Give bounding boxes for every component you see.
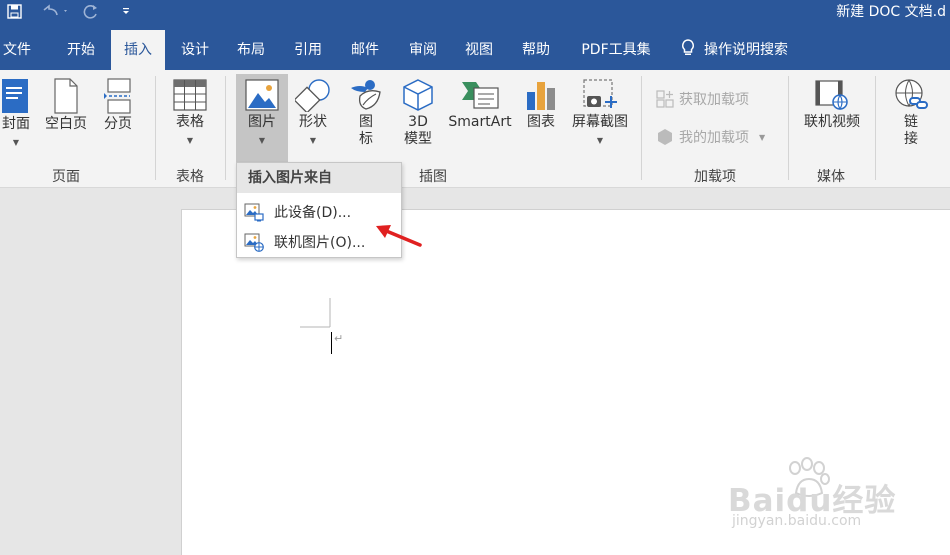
- online-video-button[interactable]: 联机视频: [798, 74, 866, 162]
- table-label: 表格: [176, 114, 204, 130]
- page-break-button[interactable]: 分页: [98, 74, 138, 162]
- chart-button[interactable]: 图表: [520, 74, 562, 162]
- 3d-models-label-line2: 模型: [404, 131, 432, 147]
- online-picture-icon: [244, 233, 264, 252]
- tab-help[interactable]: 帮助: [513, 30, 559, 70]
- group-label-media: 媒体: [817, 169, 845, 185]
- tab-mailings[interactable]: 邮件: [342, 30, 388, 70]
- cube-icon: [403, 79, 433, 111]
- group-label-illustrations: 插图: [419, 169, 447, 185]
- pictures-label: 图片: [248, 114, 276, 130]
- cover-page-label: 封面: [2, 116, 30, 132]
- menu-header: 插入图片来自: [237, 163, 401, 193]
- tab-layout[interactable]: 布局: [228, 30, 274, 70]
- chevron-down-icon: ▼: [309, 136, 317, 145]
- ribbon-insert: 封面 ▼ 空白页 分页 页面 表格 ▼ 表格 图片 ▼ 形状 ▼ 图 标 3D …: [0, 70, 950, 188]
- screenshot-button[interactable]: 屏幕截图 ▼: [566, 74, 634, 162]
- paragraph-mark-icon: ↵: [334, 332, 344, 345]
- chevron-down-icon: ▼: [12, 138, 20, 147]
- lightbulb-icon: [682, 39, 694, 55]
- table-button[interactable]: 表格 ▼: [166, 74, 214, 162]
- addin-cube-icon: [658, 129, 672, 145]
- 3d-models-label-line1: 3D: [408, 114, 428, 130]
- tell-me-label: 操作说明搜索: [704, 42, 788, 58]
- store-grid-icon: [656, 90, 674, 108]
- tab-references[interactable]: 引用: [285, 30, 331, 70]
- device-picture-icon: [244, 203, 264, 222]
- chevron-down-icon: ▼: [759, 132, 766, 142]
- blank-page-icon: [54, 78, 78, 114]
- tab-view[interactable]: 视图: [456, 30, 502, 70]
- group-label-tables: 表格: [176, 169, 204, 185]
- shapes-label: 形状: [299, 114, 327, 130]
- undo-icon[interactable]: [38, 0, 72, 22]
- online-video-label: 联机视频: [804, 114, 860, 130]
- link-label-line2: 接: [904, 131, 918, 147]
- customize-quick-access-icon[interactable]: [118, 0, 134, 22]
- pictures-button[interactable]: 图片 ▼: [236, 74, 288, 166]
- group-separator: [875, 76, 876, 180]
- link-globe-icon: [895, 79, 928, 109]
- get-addins-label: 获取加载项: [679, 92, 749, 108]
- icons-icon: [351, 80, 381, 110]
- smartart-icon: [462, 82, 499, 109]
- cover-page-icon: [2, 79, 28, 113]
- chevron-down-icon: ▼: [596, 136, 604, 145]
- page-break-icon: [104, 78, 131, 114]
- link-label-line1: 链: [904, 114, 918, 130]
- group-separator: [788, 76, 789, 180]
- watermark-url: jingyan.baidu.com: [732, 513, 862, 529]
- icons-button[interactable]: 图 标: [344, 74, 388, 162]
- group-label-addins: 加载项: [694, 169, 736, 185]
- chevron-down-icon: ▼: [258, 136, 266, 145]
- 3d-models-button[interactable]: 3D 模型: [396, 74, 440, 162]
- picture-icon: [245, 79, 279, 111]
- tab-file[interactable]: 文件: [0, 30, 34, 70]
- document-title: 新建 DOC 文档.d: [836, 4, 946, 20]
- redo-icon[interactable]: [80, 0, 102, 22]
- chart-label: 图表: [527, 114, 555, 130]
- my-addins-label: 我的加载项: [679, 130, 749, 146]
- get-addins-button[interactable]: 获取加载项: [656, 88, 749, 110]
- cover-page-button[interactable]: 封面 ▼: [0, 74, 32, 162]
- tell-me-search[interactable]: 操作说明搜索: [680, 30, 815, 70]
- screenshot-label: 屏幕截图: [572, 114, 628, 130]
- chevron-down-icon: ▼: [186, 136, 194, 145]
- icons-label-line2: 标: [359, 131, 373, 147]
- group-separator: [641, 76, 642, 180]
- shapes-icon: [295, 79, 330, 112]
- group-separator: [225, 76, 226, 180]
- red-annotation-arrow-icon: [376, 225, 422, 247]
- bar-chart-icon: [527, 82, 555, 110]
- tab-review[interactable]: 审阅: [400, 30, 446, 70]
- group-label-pages: 页面: [52, 169, 80, 185]
- ribbon-tabs: 文件 开始 插入 设计 布局 引用 邮件 审阅 视图 帮助 PDF工具集 操作说…: [0, 30, 950, 70]
- smartart-label: SmartArt: [448, 114, 512, 130]
- title-bar: 新建 DOC 文档.d: [0, 0, 950, 30]
- icons-label-line1: 图: [359, 114, 373, 130]
- online-video-icon: [815, 80, 848, 111]
- shapes-button[interactable]: 形状 ▼: [292, 74, 334, 162]
- tab-pdf-tools[interactable]: PDF工具集: [574, 30, 658, 70]
- blank-page-button[interactable]: 空白页: [40, 74, 92, 162]
- tab-insert[interactable]: 插入: [111, 30, 165, 70]
- my-addins-button[interactable]: 我的加载项 ▼: [656, 126, 765, 148]
- menu-item-this-device-label: 此设备(D)...: [274, 205, 352, 221]
- link-button[interactable]: 链 接: [888, 74, 934, 162]
- save-icon[interactable]: [4, 0, 24, 22]
- tab-home[interactable]: 开始: [57, 30, 105, 70]
- tab-design[interactable]: 设计: [172, 30, 218, 70]
- menu-item-online-pictures-label: 联机图片(O)...: [274, 235, 366, 251]
- table-icon: [173, 79, 207, 111]
- smartart-button[interactable]: SmartArt: [444, 74, 516, 162]
- group-separator: [155, 76, 156, 180]
- page-break-label: 分页: [104, 116, 132, 132]
- blank-page-label: 空白页: [45, 116, 87, 132]
- screenshot-icon: [583, 79, 617, 108]
- text-cursor: [331, 332, 332, 354]
